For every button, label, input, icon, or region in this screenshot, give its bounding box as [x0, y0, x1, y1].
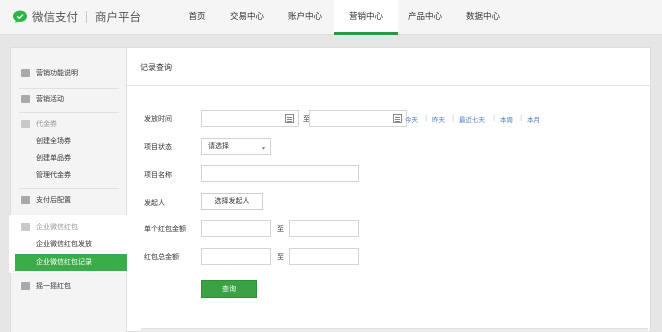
sidebar-subitem-create-store-coupon[interactable]: 创建全场券	[11, 133, 127, 150]
send-time-label: 发放时间	[144, 115, 172, 123]
book-icon	[21, 69, 30, 77]
brand-divider	[86, 11, 87, 23]
sidebar-item-label: 企业微信红包	[36, 223, 78, 231]
quick-range-separator: |	[452, 114, 455, 122]
single-amount-min-input[interactable]	[201, 220, 271, 237]
sidebar-subitem-redpacket-records[interactable]: 企业微信红包记录	[15, 254, 127, 271]
to-label: 至	[277, 253, 284, 261]
sidebar-item-label: 营销活动	[36, 95, 64, 103]
coupon-icon	[21, 120, 30, 128]
total-amount-min-input[interactable]	[201, 248, 271, 265]
single-amount-max-input[interactable]	[289, 220, 359, 237]
logo[interactable]: 微信支付 商户平台	[12, 9, 141, 25]
status-label: 项目状态	[144, 143, 172, 151]
quick-range-yesterday[interactable]: 昨天	[432, 114, 445, 124]
status-select-value: 请选择	[208, 142, 229, 150]
nav-trade-center[interactable]: 交易中心	[226, 0, 268, 35]
quick-range-separator: |	[425, 114, 428, 122]
nav-home[interactable]: 首页	[180, 0, 214, 35]
gift-icon	[21, 95, 30, 103]
sidebar-item-marketing-activity[interactable]: 营销活动	[11, 88, 127, 110]
sidebar-item-shake-redpacket[interactable]: 摇一摇红包	[11, 275, 127, 297]
nav-account-center[interactable]: 账户中心	[284, 0, 326, 35]
chevron-down-icon: ▾	[261, 145, 265, 152]
sidebar-subitem-create-item-coupon[interactable]: 创建单品券	[11, 150, 127, 167]
sender-label: 发起人	[144, 199, 165, 207]
shake-icon	[21, 282, 30, 290]
end-date-input[interactable]	[309, 110, 407, 127]
top-bar: 微信支付 商户平台 首页 交易中心 账户中心 营销中心 产品中心 数据中心	[0, 0, 662, 35]
nav-marketing-center[interactable]: 营销中心	[334, 0, 398, 35]
total-amount-label: 红包总金额	[144, 253, 179, 261]
brand-name: 微信支付	[32, 10, 78, 24]
platform-name: 商户平台	[95, 10, 141, 24]
quick-range-this-week[interactable]: 本周	[500, 114, 513, 124]
nav-product-center[interactable]: 产品中心	[404, 0, 446, 35]
sidebar-item-post-payment-config[interactable]: 支付后配置	[11, 189, 127, 211]
query-button[interactable]: 查询	[201, 280, 257, 298]
wechat-pay-logo-icon	[13, 10, 27, 23]
page-title: 记录查询	[140, 63, 172, 72]
content-header: 记录查询	[127, 48, 652, 86]
sidebar-item-enterprise-redpacket[interactable]: 企业微信红包	[11, 216, 127, 238]
sidebar-item-label: 支付后配置	[36, 196, 71, 204]
sidebar-item-label: 营销功能说明	[36, 69, 78, 77]
sidebar: 营销功能说明 营销活动 代金券 创建全场券 创建单品券 管理代金券 支付后配置 …	[9, 48, 131, 332]
quick-range-today[interactable]: 今天	[405, 114, 418, 124]
nav-data-center[interactable]: 数据中心	[462, 0, 504, 35]
project-name-label: 项目名称	[144, 171, 172, 179]
main-panel: 营销功能说明 营销活动 代金券 创建全场券 创建单品券 管理代金券 支付后配置 …	[9, 47, 652, 332]
to-label: 至	[277, 225, 284, 233]
sidebar-item-coupon[interactable]: 代金券	[11, 113, 127, 135]
content-area: 记录查询 发放时间 至 今天 | 昨天 | 最近七天 | 本周 | 本月 项目状…	[127, 48, 652, 332]
start-date-input[interactable]	[201, 110, 299, 127]
single-amount-label: 单个红包金额	[144, 225, 186, 233]
sidebar-item-label: 摇一摇红包	[36, 282, 71, 290]
quick-range-last-seven-days[interactable]: 最近七天	[459, 114, 485, 124]
red-packet-icon	[21, 223, 30, 231]
calendar-icon[interactable]	[285, 114, 294, 123]
results-table-header	[141, 328, 648, 332]
sidebar-subitem-manage-coupon[interactable]: 管理代金券	[11, 167, 127, 184]
project-name-input[interactable]	[201, 165, 359, 182]
status-select[interactable]: 请选择 ▾	[201, 138, 271, 155]
quick-range-this-month[interactable]: 本月	[527, 114, 540, 124]
sidebar-item-label: 代金券	[36, 120, 57, 128]
quick-range-separator: |	[520, 114, 523, 122]
select-sender-button[interactable]: 选择发起人	[201, 193, 263, 210]
sidebar-subitem-redpacket-send[interactable]: 企业微信红包发放	[11, 236, 127, 253]
sidebar-item-marketing-guide[interactable]: 营销功能说明	[11, 62, 127, 84]
calendar-icon[interactable]	[393, 114, 402, 123]
quick-range-separator: |	[493, 114, 496, 122]
total-amount-max-input[interactable]	[289, 248, 359, 265]
document-icon	[21, 196, 30, 204]
